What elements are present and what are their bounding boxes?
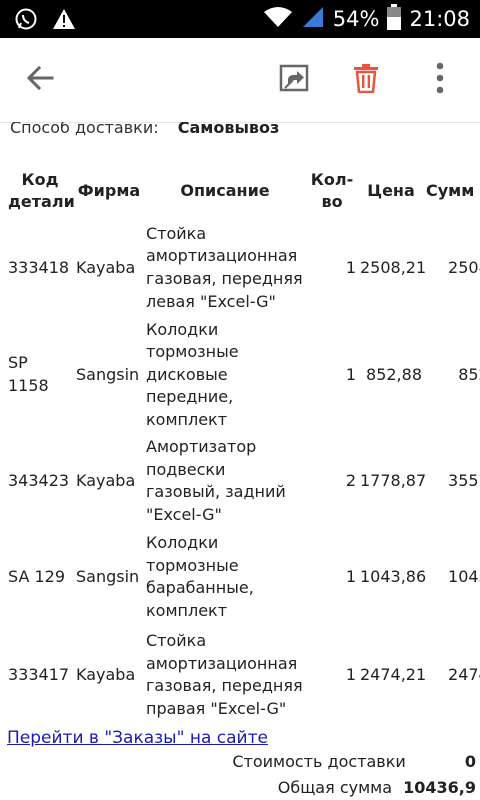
cell-code: SA 129: [8, 567, 66, 587]
battery-icon: [387, 3, 402, 35]
total-value: 10436,9: [403, 778, 476, 797]
cell-description: Стойка амортизационная газовая, передняя…: [146, 631, 303, 718]
total-line: Общая сумма 10436,9: [278, 778, 476, 797]
table-row: SA 129 Sangsin Колодки тормозные барабан…: [6, 528, 480, 626]
cell-description: Колодки тормозные дисковые передние, ком…: [146, 319, 239, 429]
cell-price: 2508,21: [360, 257, 427, 277]
status-bar: 54% 21:08: [0, 0, 480, 38]
app-bar: [0, 38, 480, 123]
header-qty: Кол-во: [310, 170, 354, 211]
cell-qty: 1: [345, 567, 356, 587]
cell-brand: Kayaba: [76, 257, 136, 277]
parts-table: Код детали Фирма Описание Кол-во Цена Су…: [6, 162, 480, 724]
cell-price: 2474,21: [360, 665, 427, 685]
cell-sum: 2474,2: [448, 665, 480, 685]
cell-code: 333417: [8, 665, 70, 685]
delivery-cost-line: Стоимость доставки 0: [232, 752, 476, 771]
cell-qty: 1: [345, 364, 356, 384]
delivery-method: Способ доставки: Самовывоз: [10, 122, 279, 137]
cell-qty: 1: [345, 257, 356, 277]
total-label: Общая сумма: [277, 778, 393, 797]
delete-icon: [353, 63, 379, 97]
overflow-menu-icon: [436, 62, 444, 98]
cell-code: SP 1158: [8, 353, 49, 395]
cell-description: Колодки тормозные барабанные, комплект: [146, 533, 254, 620]
cell-qty: 1: [345, 665, 356, 685]
cell-brand: Sangsin: [76, 364, 140, 384]
overflow-menu-button[interactable]: [420, 60, 460, 100]
cell-brand: Sangsin: [76, 567, 140, 587]
table-row: 333418 Kayaba Стойка амортизационная газ…: [6, 220, 480, 316]
whatsapp-icon: [14, 7, 38, 36]
share-button[interactable]: [274, 60, 314, 100]
delivery-cost-value: 0: [464, 752, 476, 771]
back-arrow-icon: [26, 64, 54, 96]
cell-sum: 852,8: [458, 364, 480, 384]
orders-site-link[interactable]: Перейти в "Заказы" на сайте: [7, 728, 268, 748]
delivery-cost-label: Стоимость доставки: [232, 752, 406, 771]
cell-sum: 2508,2: [448, 257, 480, 277]
cell-sum: 1043,8: [448, 567, 480, 587]
cell-price: 1043,86: [360, 567, 427, 587]
cell-brand: Kayaba: [76, 665, 136, 685]
order-details: Способ доставки: Самовывоз Код детали Фи…: [0, 122, 480, 800]
delivery-method-value: Самовывоз: [177, 122, 280, 137]
share-icon: [279, 64, 309, 96]
cell-price: 852,88: [366, 364, 422, 384]
header-code: Код детали: [8, 170, 75, 211]
cell-code: 343423: [8, 470, 70, 490]
header-price: Цена: [367, 181, 415, 200]
header-brand: Фирма: [77, 181, 141, 200]
battery-percent: 54%: [332, 7, 380, 31]
wifi-icon: [263, 5, 293, 34]
cell-qty: 2: [345, 470, 356, 490]
table-header-row: Код детали Фирма Описание Кол-во Цена Су…: [6, 162, 480, 220]
delete-button[interactable]: [346, 60, 386, 100]
clock: 21:08: [409, 7, 470, 31]
header-sum: Сумм: [426, 181, 475, 200]
cell-sum: 3557,7: [448, 470, 480, 490]
table-row: SP 1158 Sangsin Колодки тормозные дисков…: [6, 316, 480, 434]
back-button[interactable]: [20, 60, 60, 100]
table-row: 343423 Kayaba Амортизатор подвески газов…: [6, 434, 480, 528]
cell-code: 333418: [8, 257, 70, 277]
table-row: 333417 Kayaba Стойка амортизационная газ…: [6, 626, 480, 724]
signal-icon: [301, 5, 325, 34]
cell-price: 1778,87: [360, 470, 427, 490]
cell-description: Стойка амортизационная газовая, передняя…: [146, 223, 303, 311]
delivery-method-label: Способ доставки:: [10, 122, 159, 137]
header-description: Описание: [180, 181, 270, 200]
cell-description: Амортизатор подвески газовый, задний "Ex…: [146, 437, 286, 524]
cell-brand: Kayaba: [76, 470, 136, 490]
warning-icon: [52, 8, 76, 35]
